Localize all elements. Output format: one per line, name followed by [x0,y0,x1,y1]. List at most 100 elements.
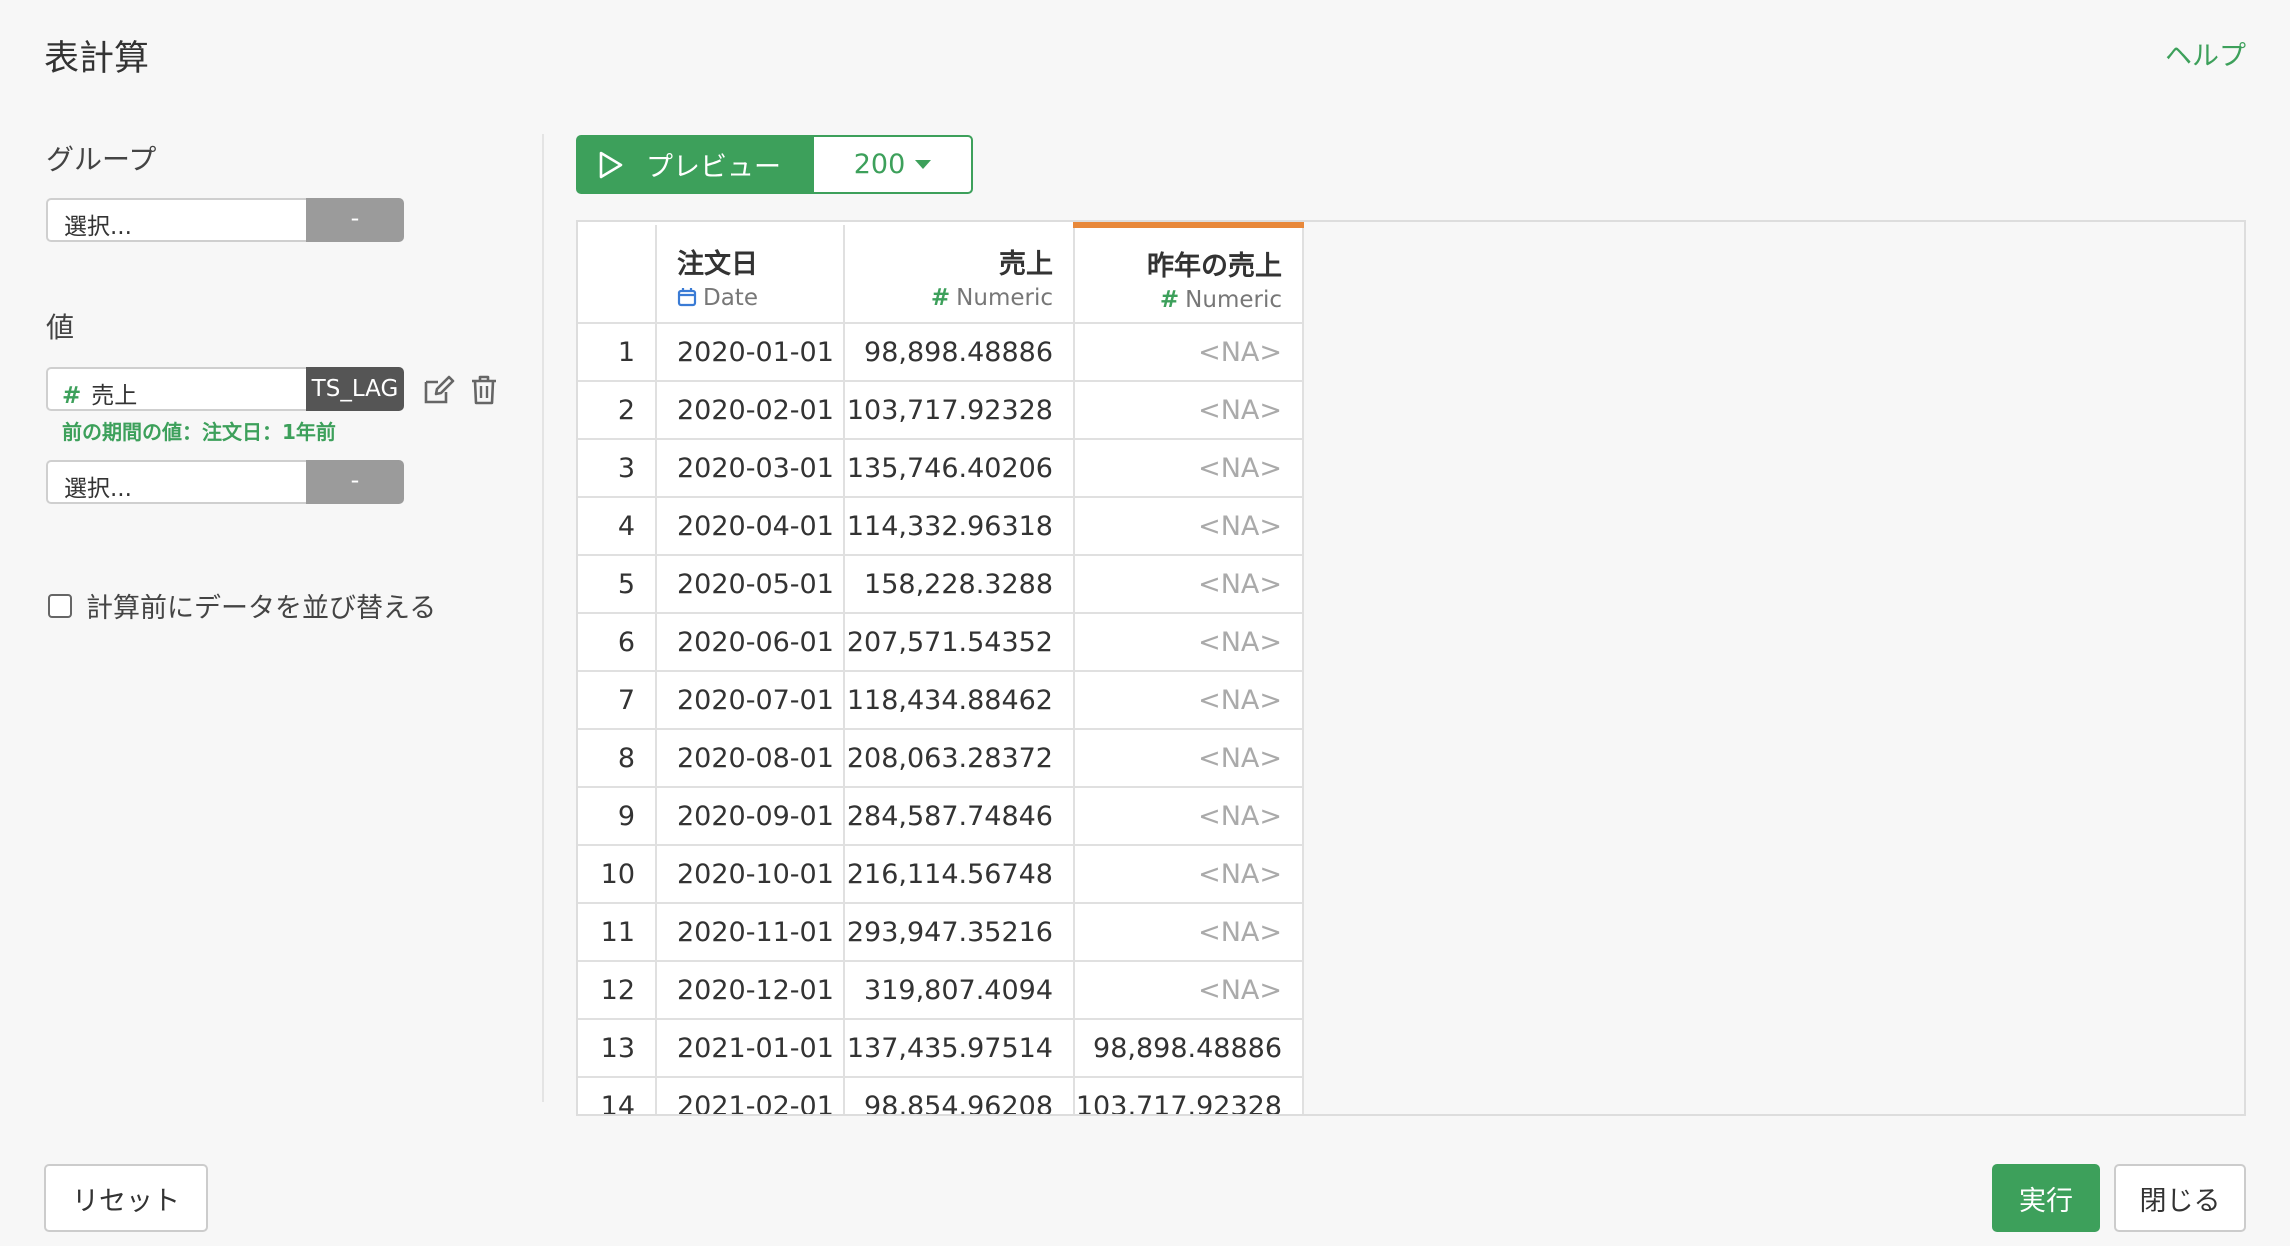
numeric-icon: # [930,285,951,311]
cell-sales: 118,434.88462 [844,671,1075,730]
cell-order-date: 2020-03-01 [656,439,845,498]
column-name: 売上 [999,249,1053,280]
column-type: # Numeric [930,285,1053,311]
cell-order-date: 2021-01-01 [656,1019,845,1078]
group-select-button[interactable]: - [306,198,404,242]
table-row: 11 2020-11-01 293,947.35216 <NA> [578,903,1304,962]
cell-order-date: 2020-06-01 [656,613,845,672]
value-select-box[interactable]: 選択... [46,460,306,504]
row-index: 6 [578,613,657,672]
group-select-box[interactable]: 選択... [46,198,306,242]
cell-last-year-sales: <NA> [1074,613,1304,672]
cell-order-date: 2020-08-01 [656,729,845,788]
row-index: 14 [578,1077,657,1114]
column-name: 注文日 [677,249,758,280]
table-row: 7 2020-07-01 118,434.88462 <NA> [578,671,1304,730]
value-description: 前の期間の値：注文日：1年前 [62,420,336,444]
cell-last-year-sales: <NA> [1074,555,1304,614]
cell-order-date: 2021-02-01 [656,1077,845,1114]
cell-last-year-sales: 103,717.92328 [1074,1077,1304,1114]
cell-last-year-sales: <NA> [1074,671,1304,730]
cell-last-year-sales: <NA> [1074,845,1304,904]
table-row: 5 2020-05-01 158,228.3288 <NA> [578,555,1304,614]
column-name: 昨年の売上 [1147,250,1282,282]
table-row: 6 2020-06-01 207,571.54352 <NA> [578,613,1304,672]
table-row: 14 2021-02-01 98,854.96208 103,717.92328 [578,1077,1304,1114]
table-row: 1 2020-01-01 98,898.48886 <NA> [578,323,1304,382]
table-row: 3 2020-03-01 135,746.40206 <NA> [578,439,1304,498]
cell-sales: 158,228.3288 [844,555,1075,614]
calendar-icon [677,288,697,307]
edit-icon[interactable] [422,374,456,406]
cell-last-year-sales: <NA> [1074,323,1304,382]
table-row: 9 2020-09-01 284,587.74846 <NA> [578,787,1304,846]
cell-sales: 293,947.35216 [844,903,1075,962]
row-index: 12 [578,961,657,1020]
group-select[interactable]: 選択... - [46,198,404,242]
cell-sales: 114,332.96318 [844,497,1075,556]
cell-last-year-sales: <NA> [1074,961,1304,1020]
cell-last-year-sales: <NA> [1074,787,1304,846]
chevron-down-icon [915,160,932,169]
row-index: 9 [578,787,657,846]
preview-button-label: プレビュー [646,152,781,183]
numeric-icon: # [62,383,82,409]
cell-order-date: 2020-01-01 [656,323,845,382]
row-count-dropdown[interactable]: 200 [812,135,973,194]
page-title: 表計算 [44,39,150,79]
column-type: # Numeric [1159,286,1282,313]
value-column-name: 売上 [91,383,138,409]
cell-last-year-sales: <NA> [1074,381,1304,440]
reset-button[interactable]: リセット [44,1164,208,1232]
cell-last-year-sales: 98,898.48886 [1074,1019,1304,1078]
help-link[interactable]: ヘルプ [2165,34,2246,73]
close-button[interactable]: 閉じる [2114,1164,2246,1232]
run-button[interactable]: 実行 [1992,1164,2100,1232]
row-index: 10 [578,845,657,904]
index-header [578,225,657,324]
column-type: Date [677,285,843,311]
row-index: 8 [578,729,657,788]
cell-order-date: 2020-04-01 [656,497,845,556]
trash-icon[interactable] [470,374,498,406]
sort-option[interactable]: 計算前にデータを並び替える [48,586,436,625]
table-row: 4 2020-04-01 114,332.96318 <NA> [578,497,1304,556]
row-index: 1 [578,323,657,382]
cell-sales: 284,587.74846 [844,787,1075,846]
cell-sales: 207,571.54352 [844,613,1075,672]
column-header-sales[interactable]: 売上 # Numeric [844,225,1075,324]
value-select[interactable]: 選択... - [46,460,404,504]
value-item[interactable]: # 売上 TS_LAG [46,367,404,411]
table-row: 12 2020-12-01 319,807.4094 <NA> [578,961,1304,1020]
row-count-value: 200 [853,149,906,180]
cell-order-date: 2020-11-01 [656,903,845,962]
cell-sales: 103,717.92328 [844,381,1075,440]
value-select-button[interactable]: - [306,460,404,504]
cell-last-year-sales: <NA> [1074,497,1304,556]
panel-divider [542,134,544,1102]
column-header-last-year-sales[interactable]: 昨年の売上 # Numeric [1074,222,1304,324]
cell-sales: 98,854.96208 [844,1077,1075,1114]
row-index: 3 [578,439,657,498]
sort-checkbox[interactable] [48,593,72,618]
value-column-box[interactable]: # 売上 [46,367,306,411]
cell-sales: 216,114.56748 [844,845,1075,904]
table-row: 10 2020-10-01 216,114.56748 <NA> [578,845,1304,904]
value-label: 値 [46,311,75,344]
cell-sales: 208,063.28372 [844,729,1075,788]
row-index: 4 [578,497,657,556]
preview-table[interactable]: 注文日 Date 売上 # Numeric 昨年の売上 # Numeric 1 … [576,220,2246,1116]
group-label: グループ [46,143,157,176]
row-index: 7 [578,671,657,730]
preview-button[interactable]: プレビュー [576,135,812,194]
cell-order-date: 2020-09-01 [656,787,845,846]
cell-last-year-sales: <NA> [1074,903,1304,962]
cell-order-date: 2020-07-01 [656,671,845,730]
value-function-button[interactable]: TS_LAG [306,367,404,411]
sort-checkbox-label: 計算前にデータを並び替える [86,593,437,624]
column-header-order-date[interactable]: 注文日 Date [656,225,845,324]
cell-sales: 319,807.4094 [844,961,1075,1020]
cell-sales: 137,435.97514 [844,1019,1075,1078]
cell-sales: 98,898.48886 [844,323,1075,382]
cell-order-date: 2020-02-01 [656,381,845,440]
